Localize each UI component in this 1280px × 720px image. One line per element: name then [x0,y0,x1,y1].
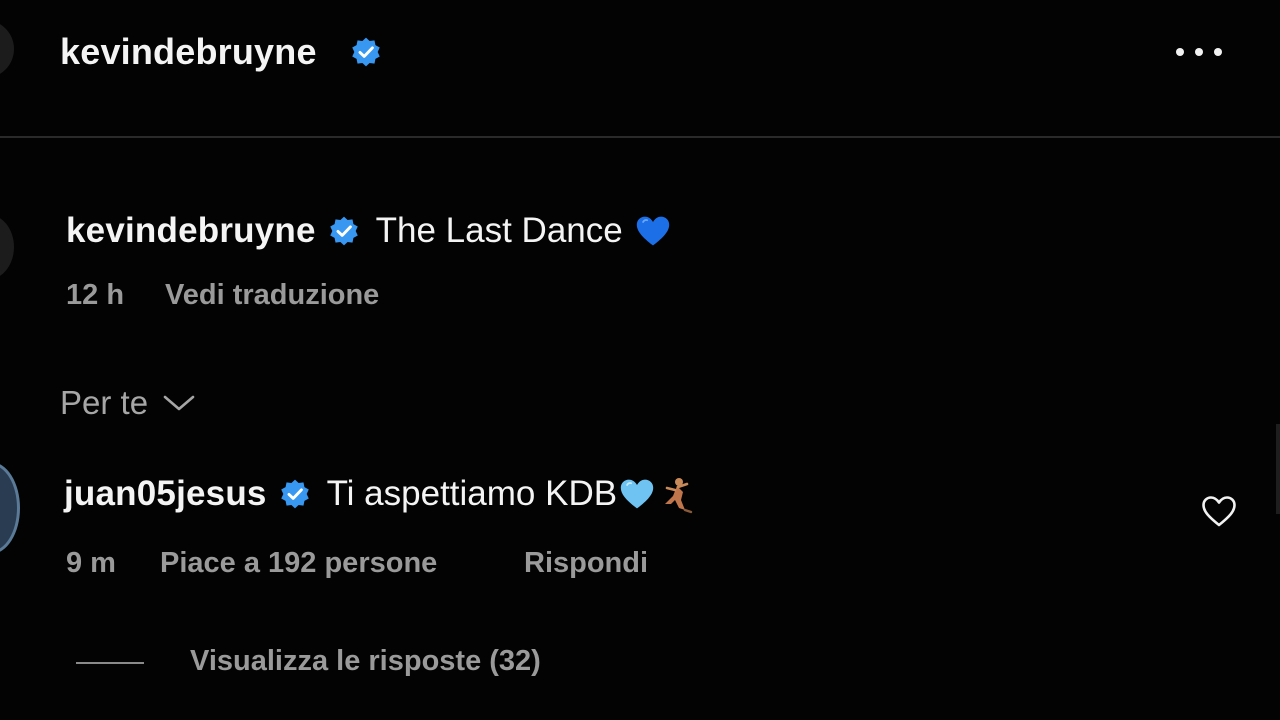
dancer-icon [655,474,695,514]
caption-text: The Last Dance [375,211,623,250]
blue-heart-icon [635,214,671,248]
replies-divider-line [76,662,144,664]
see-translation-link[interactable]: Vedi traduzione [165,279,379,312]
comment: juan05jesus Ti aspettiamo KDB [64,471,695,517]
verified-badge-icon [279,478,311,510]
caption-avatar[interactable] [0,214,14,280]
post-header: kevindebruyne [0,0,1280,136]
comment-text: Ti aspettiamo KDB [326,474,618,513]
like-comment-button[interactable] [1200,494,1238,528]
more-dot [1195,48,1203,56]
comment-sort-filter[interactable]: Per te [60,384,196,422]
verified-badge-icon [328,215,360,247]
comment-timestamp: 9 m [66,547,116,579]
header-avatar[interactable] [0,20,14,78]
comment-username[interactable]: juan05jesus [64,474,267,514]
verified-badge-icon [350,36,382,68]
filter-label: Per te [60,384,149,421]
reply-button[interactable]: Rispondi [524,547,648,580]
heart-outline-icon [1202,496,1236,527]
comment-avatar[interactable] [0,462,20,554]
caption-timestamp: 12 h [66,279,125,311]
view-replies-button[interactable]: Visualizza le risposte (32) [190,645,541,678]
caption-username[interactable]: kevindebruyne [66,211,316,251]
caption: kevindebruyne The Last Dance [66,208,671,254]
header-username[interactable]: kevindebruyne [60,31,317,73]
comment-likes-link[interactable]: Piace a 192 persone [160,547,437,580]
light-blue-heart-icon [619,477,655,511]
more-dot [1214,48,1222,56]
header-divider [0,136,1280,138]
more-horizontal-icon [1176,48,1184,56]
chevron-down-icon [162,393,196,413]
instagram-comments-screen: kevindebruyne kevindebruyne The Last Dan… [0,0,1280,720]
more-options-button[interactable] [1170,37,1228,67]
scrollbar[interactable] [1276,424,1280,514]
